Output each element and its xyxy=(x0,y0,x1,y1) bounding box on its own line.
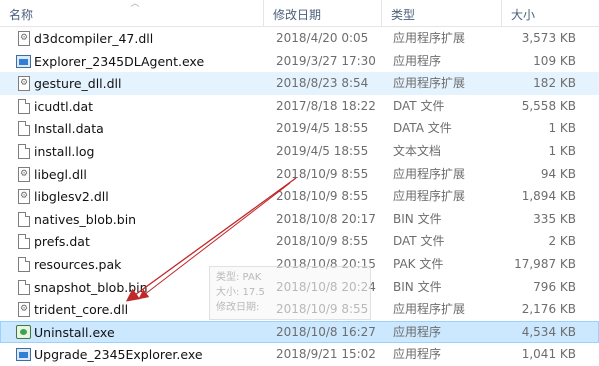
exe-icon xyxy=(16,348,31,362)
file-name: Upgrade_2345Explorer.exe xyxy=(34,347,203,363)
file-modified-date: 2018/9/21 15:02 xyxy=(276,347,376,362)
annotation-arrows xyxy=(125,177,297,302)
file-size: 1,041 KB xyxy=(521,347,576,362)
file-type: 应用程序 xyxy=(393,347,442,362)
annotation-arrow xyxy=(138,182,291,300)
annotation-arrow xyxy=(125,177,297,302)
file-row[interactable]: Upgrade_2345Explorer.exe 2018/9/21 15:02 应… xyxy=(0,343,599,366)
